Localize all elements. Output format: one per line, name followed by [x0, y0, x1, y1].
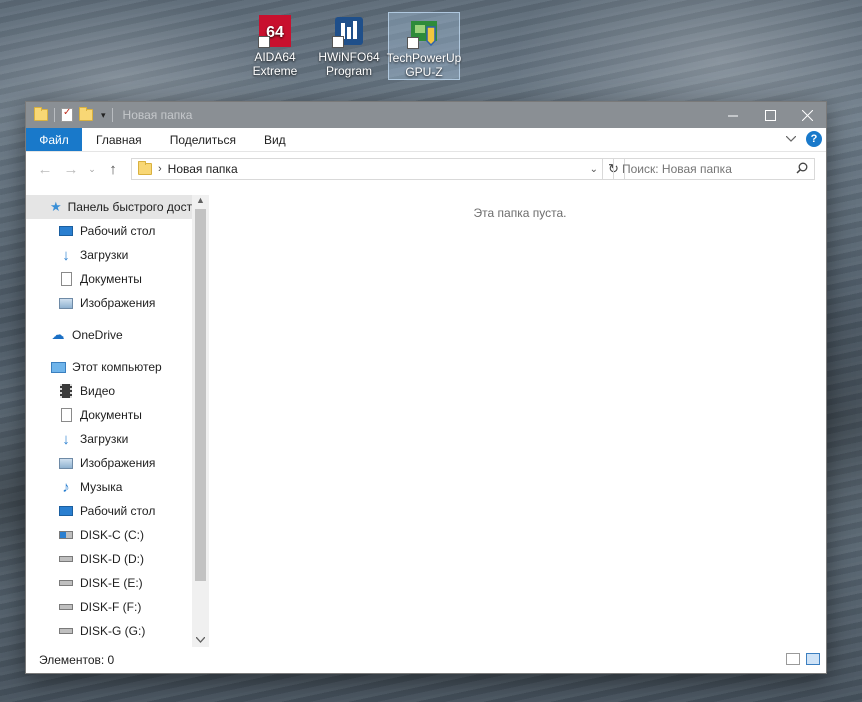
status-bar: Элементов: 0 — [26, 647, 826, 673]
desktop-icon — [59, 506, 73, 516]
tab-file[interactable]: Файл — [26, 128, 82, 151]
scrollbar-thumb[interactable] — [195, 209, 206, 581]
minimize-button[interactable] — [715, 102, 752, 128]
back-button[interactable]: ← — [32, 161, 58, 178]
navigation-bar: ← → ⌄ ↑ › Новая папка ⌄ ↻ — [26, 152, 826, 186]
desktop-icon-label: TechPowerUp GPU-Z — [386, 51, 462, 79]
close-button[interactable] — [789, 102, 826, 128]
drive-icon — [59, 580, 73, 586]
nav-quick-access[interactable]: ★ Панель быстрого доступа — [26, 195, 208, 219]
nav-item-drive-d[interactable]: DISK-D (D:) — [26, 547, 208, 571]
nav-item-drive-f[interactable]: DISK-F (F:) — [26, 595, 208, 619]
breadcrumb[interactable]: Новая папка — [168, 162, 238, 176]
forward-button[interactable]: → — [58, 161, 84, 178]
nav-item-documents[interactable]: Документы 📌 — [26, 267, 208, 291]
scroll-down-icon[interactable] — [192, 635, 209, 645]
customize-toolbar-icon[interactable]: ▾ — [101, 110, 106, 121]
chevron-down-icon[interactable]: ⌄ — [590, 164, 598, 175]
music-icon: ♪ — [62, 478, 70, 496]
nav-item-drive-g[interactable]: DISK-G (G:) — [26, 619, 208, 643]
pictures-icon — [59, 457, 73, 469]
system-drive-icon — [59, 531, 73, 539]
pictures-icon — [59, 297, 73, 309]
search-icon[interactable] — [796, 162, 808, 177]
nav-item-drive-e[interactable]: DISK-E (E:) — [26, 571, 208, 595]
up-button[interactable]: ↑ — [100, 161, 126, 178]
nav-item-drive-c[interactable]: DISK-C (C:) — [26, 523, 208, 547]
title-bar: ▾ Новая папка — [26, 102, 826, 128]
maximize-button[interactable] — [752, 102, 789, 128]
aida64-icon: 64 — [258, 14, 292, 48]
expand-ribbon-icon[interactable] — [785, 134, 797, 145]
cloud-icon: ☁ — [51, 327, 65, 342]
nav-item-pc-downloads[interactable]: ↓ Загрузки — [26, 427, 208, 451]
nav-item-music[interactable]: ♪ Музыка — [26, 475, 208, 499]
properties-icon[interactable] — [61, 107, 73, 122]
computer-icon — [50, 361, 66, 373]
documents-icon — [60, 272, 72, 286]
recent-locations-button[interactable]: ⌄ — [84, 164, 100, 175]
tab-share[interactable]: Поделиться — [156, 128, 250, 151]
downloads-icon: ↓ — [62, 430, 70, 448]
gpuz-icon — [407, 15, 441, 49]
ribbon-tabs: Файл Главная Поделиться Вид ? — [26, 128, 826, 152]
navigation-pane: ★ Панель быстрого доступа Рабочий стол 📌… — [26, 195, 208, 647]
desktop-icon-hwinfo[interactable]: HWiNFO64 Program — [313, 12, 385, 80]
nav-item-videos[interactable]: Видео — [26, 379, 208, 403]
new-folder-icon[interactable] — [79, 107, 93, 121]
address-bar[interactable]: › Новая папка ⌄ — [131, 158, 603, 180]
tab-view[interactable]: Вид — [250, 128, 300, 151]
drive-icon — [59, 556, 73, 562]
downloads-icon: ↓ — [62, 246, 70, 264]
search-box[interactable] — [613, 158, 815, 180]
quick-access-toolbar: ▾ — [26, 107, 113, 122]
empty-folder-message: Эта папка пуста. — [473, 206, 567, 220]
details-view-icon[interactable] — [786, 653, 800, 665]
help-icon[interactable]: ? — [806, 131, 822, 147]
desktop-icon-label: AIDA64 Extreme — [252, 50, 298, 78]
drive-icon — [59, 628, 73, 634]
nav-item-pc-desktop[interactable]: Рабочий стол — [26, 499, 208, 523]
desktop-icon-label: HWiNFO64 Program — [318, 50, 380, 78]
explorer-window: ▾ Новая папка Файл Главная Поделиться Ви… — [25, 101, 827, 674]
nav-item-pc-pictures[interactable]: Изображения — [26, 451, 208, 475]
video-icon — [60, 384, 72, 398]
window-title: Новая папка — [122, 108, 193, 122]
file-list-area[interactable]: Эта папка пуста. — [214, 187, 826, 647]
navpane-scrollbar[interactable]: ▲ — [192, 195, 209, 647]
nav-item-pc-documents[interactable]: Документы — [26, 403, 208, 427]
drive-icon — [59, 604, 73, 610]
desktop-icon-gpuz[interactable]: TechPowerUp GPU-Z — [386, 12, 462, 80]
desktop-icon — [59, 226, 73, 236]
scroll-up-icon[interactable]: ▲ — [192, 195, 209, 205]
documents-icon — [60, 408, 72, 422]
folder-icon — [138, 161, 152, 175]
nav-item-pictures[interactable]: Изображения 📌 — [26, 291, 208, 315]
tab-home[interactable]: Главная — [82, 128, 156, 151]
search-input[interactable] — [622, 162, 792, 176]
chevron-right-icon[interactable]: › — [158, 163, 162, 175]
nav-this-pc[interactable]: Этот компьютер — [26, 355, 208, 379]
item-count: Элементов: 0 — [39, 653, 115, 667]
nav-item-downloads[interactable]: ↓ Загрузки 📌 — [26, 243, 208, 267]
star-icon: ★ — [50, 199, 62, 214]
nav-item-desktop[interactable]: Рабочий стол 📌 — [26, 219, 208, 243]
large-icons-view-icon[interactable] — [806, 653, 820, 665]
desktop-icon-aida64[interactable]: 64 AIDA64 Extreme — [239, 12, 311, 80]
nav-onedrive[interactable]: ☁ OneDrive — [26, 323, 208, 347]
folder-icon[interactable] — [34, 107, 48, 121]
hwinfo-icon — [332, 14, 366, 48]
